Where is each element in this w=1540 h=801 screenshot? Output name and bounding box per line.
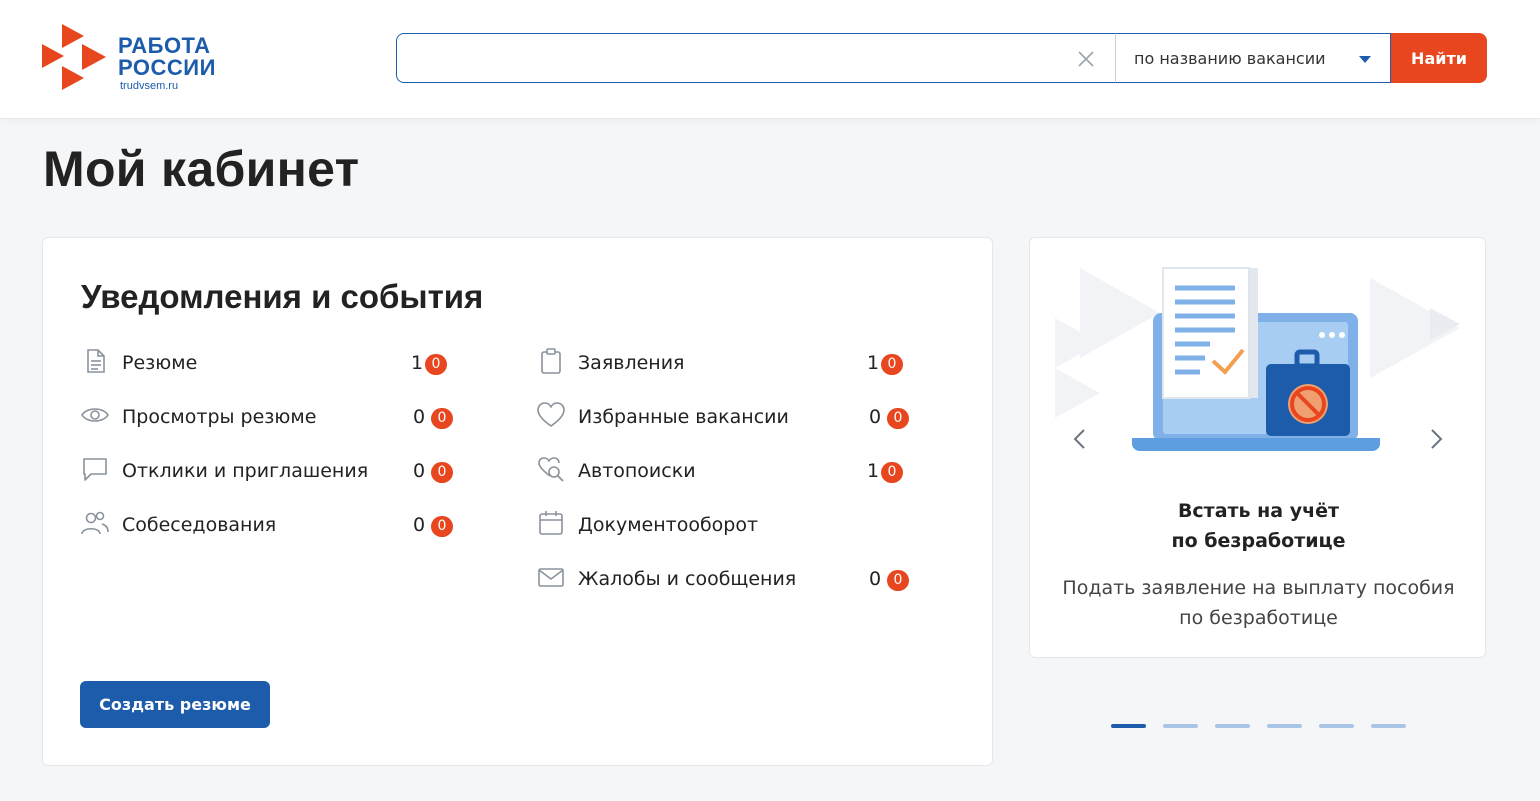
carousel-dot[interactable] bbox=[1111, 724, 1146, 728]
carousel-dot[interactable] bbox=[1319, 724, 1354, 728]
logo-domain: trudvsem.ru bbox=[120, 80, 179, 92]
notification-item-complaints[interactable]: Жалобы и сообщения 0 0 bbox=[536, 560, 926, 594]
item-label: Автопоиски bbox=[578, 460, 696, 482]
status-badge: 0 bbox=[881, 354, 903, 375]
carousel-pagination bbox=[1111, 724, 1411, 730]
status-badge: 0 bbox=[887, 408, 909, 429]
notification-item-autosearches[interactable]: Автопоиски 1 0 bbox=[536, 452, 926, 486]
logo-wordmark: РАБОТА РОССИИ bbox=[118, 35, 216, 79]
search-mode-select[interactable]: по названию вакансии bbox=[1115, 33, 1391, 83]
logo-mark-icon bbox=[42, 24, 106, 90]
logo[interactable]: РАБОТА РОССИИ trudvsem.ru bbox=[40, 22, 230, 94]
site-header: РАБОТА РОССИИ trudvsem.ru по названию ва… bbox=[0, 0, 1540, 119]
carousel-dot[interactable] bbox=[1371, 724, 1406, 728]
calendar-icon bbox=[539, 511, 563, 535]
carousel-dot[interactable] bbox=[1163, 724, 1198, 728]
promo-title-line-2: по безработице bbox=[1171, 530, 1346, 552]
item-count: 0 bbox=[869, 406, 882, 428]
item-count: 1 bbox=[867, 460, 880, 482]
item-count: 0 bbox=[413, 406, 426, 428]
eye-icon bbox=[81, 408, 109, 422]
carousel-dot[interactable] bbox=[1267, 724, 1302, 728]
promo-text-line-2: по безработице bbox=[1179, 607, 1338, 629]
item-label: Заявления bbox=[578, 352, 685, 374]
item-count: 1 bbox=[411, 352, 424, 374]
item-label: Избранные вакансии bbox=[578, 406, 789, 428]
heart-icon bbox=[537, 402, 565, 427]
promo-carousel-card[interactable]: Встать на учёт по безработице Подать зая… bbox=[1029, 237, 1486, 658]
chat-icon bbox=[83, 458, 107, 481]
search-bar: по названию вакансии Найти bbox=[396, 33, 1487, 83]
logo-line-1: РАБОТА bbox=[118, 33, 211, 58]
chevron-down-icon bbox=[1359, 56, 1371, 63]
carousel-dot[interactable] bbox=[1215, 724, 1250, 728]
notification-item-resume-views[interactable]: Просмотры резюме 0 0 bbox=[80, 398, 460, 432]
status-badge: 0 bbox=[431, 462, 453, 483]
promo-title: Встать на учёт по безработице bbox=[1030, 496, 1485, 556]
notifications-title: Уведомления и события bbox=[81, 278, 484, 315]
document-icon bbox=[87, 349, 105, 373]
search-mode-label: по названию вакансии bbox=[1134, 49, 1326, 68]
status-badge: 0 bbox=[425, 354, 447, 375]
notification-item-responses[interactable]: Отклики и приглашения 0 0 bbox=[80, 452, 460, 486]
item-label: Просмотры резюме bbox=[122, 406, 317, 428]
item-count: 0 bbox=[413, 460, 426, 482]
unemployment-illustration bbox=[1055, 267, 1460, 451]
create-resume-button[interactable]: Создать резюме bbox=[80, 681, 270, 728]
status-badge: 0 bbox=[431, 408, 453, 429]
notification-item-applications[interactable]: Заявления 1 0 bbox=[536, 344, 926, 378]
search-button[interactable]: Найти bbox=[1391, 33, 1487, 83]
notification-item-interviews[interactable]: Собеседования 0 0 bbox=[80, 506, 460, 540]
promo-title-line-1: Встать на учёт bbox=[1177, 500, 1340, 522]
item-count: 0 bbox=[869, 568, 882, 590]
notifications-card: Уведомления и события Резюме 1 0 Просмот… bbox=[42, 237, 993, 766]
logo-line-2: РОССИИ bbox=[118, 55, 216, 80]
promo-description: Подать заявление на выплату пособия по б… bbox=[1030, 573, 1485, 633]
item-label: Отклики и приглашения bbox=[122, 460, 369, 482]
status-badge: 0 bbox=[887, 570, 909, 591]
chevron-left-icon[interactable] bbox=[1070, 428, 1090, 450]
status-badge: 0 bbox=[881, 462, 903, 483]
status-badge: 0 bbox=[431, 516, 453, 537]
item-label: Резюме bbox=[122, 352, 198, 374]
item-count: 0 bbox=[413, 514, 426, 536]
chevron-right-icon[interactable] bbox=[1426, 428, 1446, 450]
notification-item-favorites[interactable]: Избранные вакансии 0 0 bbox=[536, 398, 926, 432]
mail-icon bbox=[538, 568, 564, 587]
search-input-wrapper bbox=[396, 33, 1117, 83]
item-label: Документооборот bbox=[578, 514, 759, 536]
clipboard-icon bbox=[541, 348, 561, 374]
heart-search-icon bbox=[538, 457, 564, 482]
promo-text-line-1: Подать заявление на выплату пособия bbox=[1062, 577, 1455, 599]
close-icon[interactable] bbox=[1075, 48, 1097, 70]
item-label: Жалобы и сообщения bbox=[578, 568, 797, 590]
item-label: Собеседования bbox=[122, 514, 277, 536]
page-title: Мой кабинет bbox=[43, 141, 360, 197]
people-icon bbox=[81, 511, 109, 535]
notification-item-resume[interactable]: Резюме 1 0 bbox=[80, 344, 460, 378]
search-input[interactable] bbox=[411, 44, 1061, 72]
item-count: 1 bbox=[867, 352, 880, 374]
notification-item-documents[interactable]: Документооборот bbox=[536, 506, 926, 540]
